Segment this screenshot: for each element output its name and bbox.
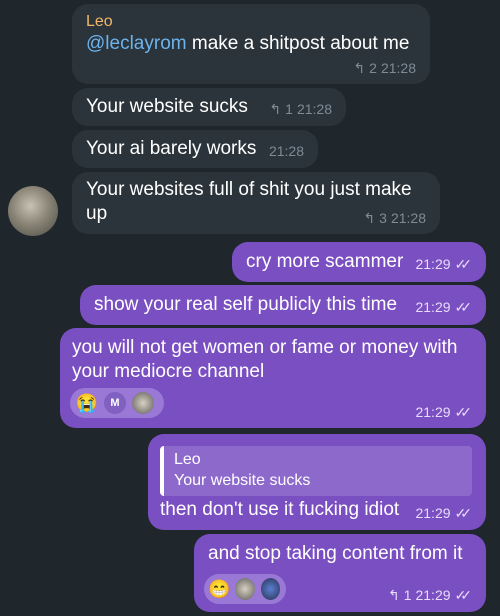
- message-meta: ↰ 1 21:29 ✓✓: [388, 587, 472, 603]
- reaction-chip[interactable]: 😭 M: [70, 388, 164, 418]
- message-outgoing[interactable]: show your real self publicly this time 2…: [80, 285, 486, 325]
- sender-name[interactable]: Leo: [86, 12, 416, 32]
- sender-avatar[interactable]: [8, 186, 58, 236]
- quote-sender: Leo: [174, 451, 201, 468]
- message-text-line1: you will not get women or fame or money …: [72, 337, 458, 358]
- reply-count-icon[interactable]: ↰: [353, 60, 365, 76]
- read-checks-icon: ✓✓: [454, 256, 473, 272]
- message-text: show your real self publicly this time: [94, 294, 398, 315]
- chat-view: Leo @leclayrom make a shitpost about me …: [0, 0, 500, 616]
- message-text: and stop taking content from it: [208, 543, 463, 564]
- message-outgoing[interactable]: and stop taking content from it 😁 ↰ 1 21…: [194, 534, 486, 612]
- reply-count[interactable]: 1: [285, 101, 293, 117]
- reactor-avatar: M: [102, 390, 128, 416]
- mention-link[interactable]: @leclayrom: [86, 33, 187, 54]
- message-time: 21:29: [415, 404, 451, 420]
- message-text-line1: Your websites full of shit you just make: [86, 179, 412, 200]
- message-outgoing[interactable]: cry more scammer 21:29 ✓✓: [232, 242, 486, 282]
- quote-text: Your website sucks: [174, 472, 311, 489]
- message-incoming[interactable]: Your ai barely works 21:28: [72, 130, 318, 168]
- reply-count-icon[interactable]: ↰: [269, 101, 281, 117]
- message-meta: ↰ 2 21:28: [353, 60, 416, 76]
- reactor-avatar: [233, 576, 257, 602]
- reactor-avatar: [258, 576, 282, 602]
- message-time: 21:29: [415, 299, 451, 315]
- message-text: Your ai barely works: [86, 138, 257, 159]
- reply-count[interactable]: 3: [379, 210, 387, 226]
- message-meta: ↰ 1 21:28: [269, 101, 332, 117]
- message-outgoing[interactable]: you will not get women or fame or money …: [60, 328, 486, 428]
- read-checks-icon: ✓✓: [454, 404, 473, 420]
- reply-quote[interactable]: Leo Your website sucks: [160, 446, 472, 496]
- reaction-chip[interactable]: 😁: [204, 574, 286, 604]
- message-meta: ↰ 3 21:28: [363, 210, 426, 226]
- message-text: make a shitpost about me: [186, 33, 410, 54]
- message-text: then don't use it fucking idiot: [160, 499, 400, 520]
- message-time: 21:28: [296, 101, 332, 117]
- message-meta: 21:28: [269, 143, 304, 159]
- crying-emoji-icon: 😭: [75, 393, 99, 413]
- message-meta: 21:29 ✓✓: [415, 505, 472, 521]
- message-meta: 21:29 ✓✓: [415, 404, 472, 420]
- reply-count-icon[interactable]: ↰: [363, 210, 375, 226]
- read-checks-icon: ✓✓: [454, 505, 473, 521]
- message-text: cry more scammer: [246, 251, 404, 272]
- message-meta: 21:29 ✓✓: [415, 256, 472, 272]
- message-incoming[interactable]: Leo @leclayrom make a shitpost about me …: [72, 4, 430, 84]
- message-time: 21:29: [415, 505, 451, 521]
- message-time: 21:29: [415, 587, 451, 603]
- message-time: 21:29: [415, 256, 451, 272]
- message-time: 21:28: [380, 60, 416, 76]
- reply-count[interactable]: 1: [404, 587, 412, 603]
- reply-count-icon[interactable]: ↰: [388, 587, 400, 603]
- message-text-line2: your mediocre channel: [72, 361, 265, 382]
- message-time: 21:28: [390, 210, 426, 226]
- message-time: 21:28: [268, 143, 304, 159]
- read-checks-icon: ✓✓: [454, 299, 473, 315]
- message-meta: 21:29 ✓✓: [415, 299, 472, 315]
- message-incoming[interactable]: Your website sucks ↰ 1 21:28: [72, 88, 346, 126]
- message-text: Your website sucks: [86, 96, 248, 117]
- grinning-emoji-icon: 😁: [208, 579, 231, 599]
- reply-count[interactable]: 2: [369, 60, 377, 76]
- reactor-avatar: [130, 390, 156, 416]
- read-checks-icon: ✓✓: [454, 587, 473, 603]
- message-incoming[interactable]: Your websites full of shit you just make…: [72, 172, 440, 234]
